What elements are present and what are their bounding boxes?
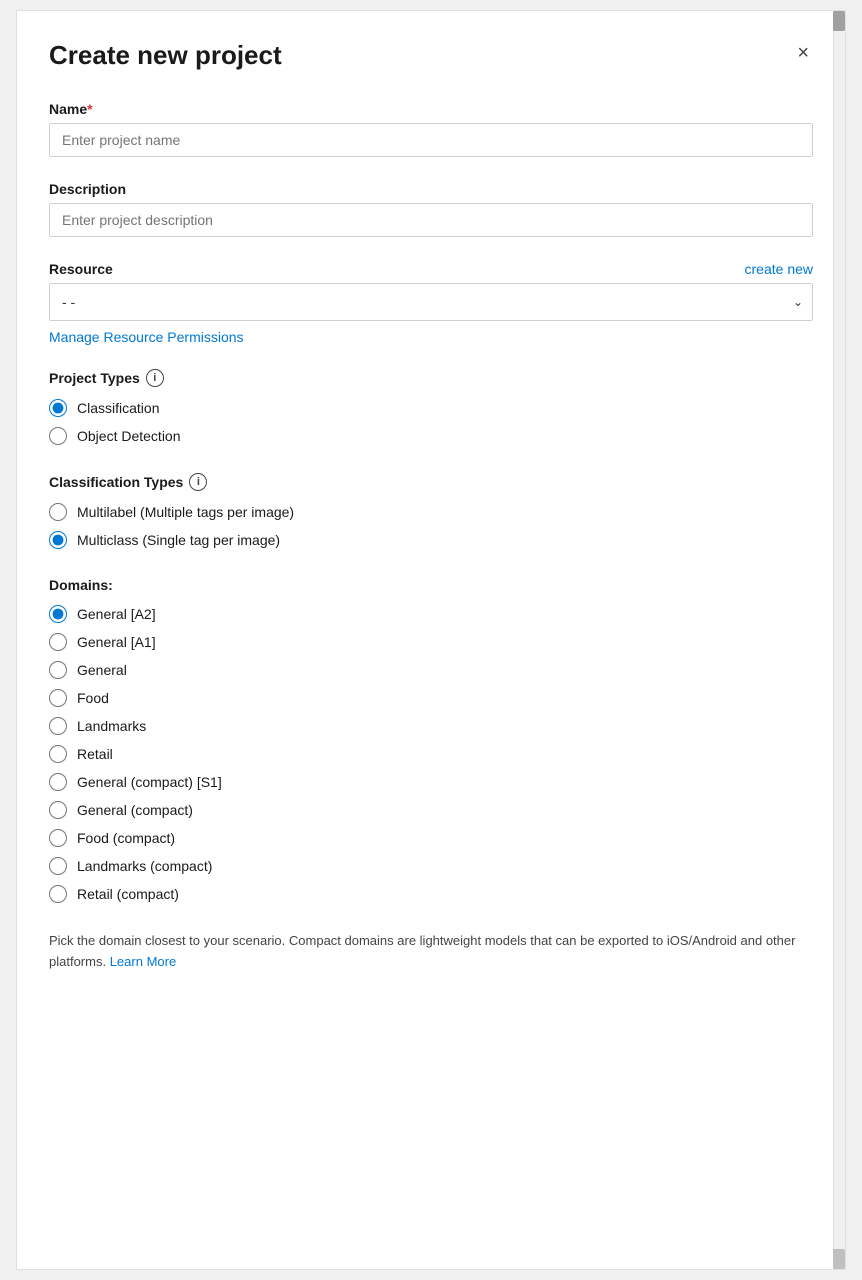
domain-food-option[interactable]: Food	[49, 689, 813, 707]
domain-general-compact-s1-option[interactable]: General (compact) [S1]	[49, 773, 813, 791]
domain-landmarks-radio[interactable]	[49, 717, 67, 735]
domain-general-a2-label: General [A2]	[77, 606, 156, 622]
domain-food-compact-label: Food (compact)	[77, 830, 175, 846]
classification-type-multiclass-radio[interactable]	[49, 531, 67, 549]
domains-section: Domains: General [A2] General [A1] Gener…	[49, 577, 813, 903]
domain-food-compact-radio[interactable]	[49, 829, 67, 847]
classification-type-multilabel-radio[interactable]	[49, 503, 67, 521]
domain-general-a1-option[interactable]: General [A1]	[49, 633, 813, 651]
project-types-info-icon[interactable]: i	[146, 369, 164, 387]
project-types-label: Project Types i	[49, 369, 813, 387]
description-field-group: Description	[49, 181, 813, 237]
project-type-object-detection-label: Object Detection	[77, 428, 181, 444]
domain-retail-compact-radio[interactable]	[49, 885, 67, 903]
domain-retail-option[interactable]: Retail	[49, 745, 813, 763]
domain-landmarks-compact-label: Landmarks (compact)	[77, 858, 212, 874]
classification-type-multilabel-option[interactable]: Multilabel (Multiple tags per image)	[49, 503, 813, 521]
scrollbar-track[interactable]	[833, 11, 845, 1269]
classification-type-multiclass-label: Multiclass (Single tag per image)	[77, 532, 280, 548]
domain-food-radio[interactable]	[49, 689, 67, 707]
domain-general-compact-option[interactable]: General (compact)	[49, 801, 813, 819]
project-types-section: Project Types i Classification Object De…	[49, 369, 813, 445]
modal-title: Create new project	[49, 39, 282, 73]
classification-types-label: Classification Types i	[49, 473, 813, 491]
domain-general-compact-s1-radio[interactable]	[49, 773, 67, 791]
domain-retail-label: Retail	[77, 746, 113, 762]
close-button[interactable]: ×	[793, 39, 813, 67]
classification-type-multiclass-option[interactable]: Multiclass (Single tag per image)	[49, 531, 813, 549]
name-field-group: Name*	[49, 101, 813, 157]
domain-landmarks-compact-option[interactable]: Landmarks (compact)	[49, 857, 813, 875]
domain-landmarks-label: Landmarks	[77, 718, 146, 734]
project-type-classification-label: Classification	[77, 400, 159, 416]
project-type-classification-option[interactable]: Classification	[49, 399, 813, 417]
domain-retail-radio[interactable]	[49, 745, 67, 763]
scrollbar-thumb-top[interactable]	[833, 11, 845, 31]
domain-general-label: General	[77, 662, 127, 678]
domain-retail-compact-option[interactable]: Retail (compact)	[49, 885, 813, 903]
domain-general-compact-label: General (compact)	[77, 802, 193, 818]
modal-header: Create new project ×	[49, 39, 813, 73]
name-input[interactable]	[49, 123, 813, 157]
domain-general-a1-label: General [A1]	[77, 634, 156, 650]
project-type-object-detection-option[interactable]: Object Detection	[49, 427, 813, 445]
description-label: Description	[49, 181, 813, 197]
classification-type-multilabel-label: Multilabel (Multiple tags per image)	[77, 504, 294, 520]
project-type-object-detection-radio[interactable]	[49, 427, 67, 445]
domain-general-compact-s1-label: General (compact) [S1]	[77, 774, 222, 790]
create-new-link[interactable]: create new	[745, 261, 813, 277]
resource-select-wrapper: - - ⌄	[49, 283, 813, 321]
resource-field-group: Resource create new - - ⌄ Manage Resourc…	[49, 261, 813, 345]
domain-general-a2-radio[interactable]	[49, 605, 67, 623]
required-star: *	[87, 101, 92, 117]
project-types-radio-group: Classification Object Detection	[49, 399, 813, 445]
description-input[interactable]	[49, 203, 813, 237]
resource-row: Resource create new	[49, 261, 813, 277]
project-type-classification-radio[interactable]	[49, 399, 67, 417]
modal-container: Create new project × Name* Description R…	[16, 10, 846, 1270]
domain-landmarks-option[interactable]: Landmarks	[49, 717, 813, 735]
hint-text: Pick the domain closest to your scenario…	[49, 931, 813, 973]
domain-retail-compact-label: Retail (compact)	[77, 886, 179, 902]
domain-general-option[interactable]: General	[49, 661, 813, 679]
classification-types-section: Classification Types i Multilabel (Multi…	[49, 473, 813, 549]
domain-general-radio[interactable]	[49, 661, 67, 679]
domains-radio-group: General [A2] General [A1] General Food L…	[49, 605, 813, 903]
name-label: Name*	[49, 101, 813, 117]
domain-general-a1-radio[interactable]	[49, 633, 67, 651]
domain-general-a2-option[interactable]: General [A2]	[49, 605, 813, 623]
domains-label: Domains:	[49, 577, 813, 593]
classification-types-info-icon[interactable]: i	[189, 473, 207, 491]
classification-types-radio-group: Multilabel (Multiple tags per image) Mul…	[49, 503, 813, 549]
scrollbar-thumb-bottom[interactable]	[833, 1249, 845, 1269]
resource-label: Resource	[49, 261, 113, 277]
resource-select[interactable]: - -	[49, 283, 813, 321]
domain-food-label: Food	[77, 690, 109, 706]
manage-permissions-link[interactable]: Manage Resource Permissions	[49, 329, 813, 345]
learn-more-link[interactable]: Learn More	[110, 954, 176, 969]
domain-general-compact-radio[interactable]	[49, 801, 67, 819]
domain-food-compact-option[interactable]: Food (compact)	[49, 829, 813, 847]
domain-landmarks-compact-radio[interactable]	[49, 857, 67, 875]
